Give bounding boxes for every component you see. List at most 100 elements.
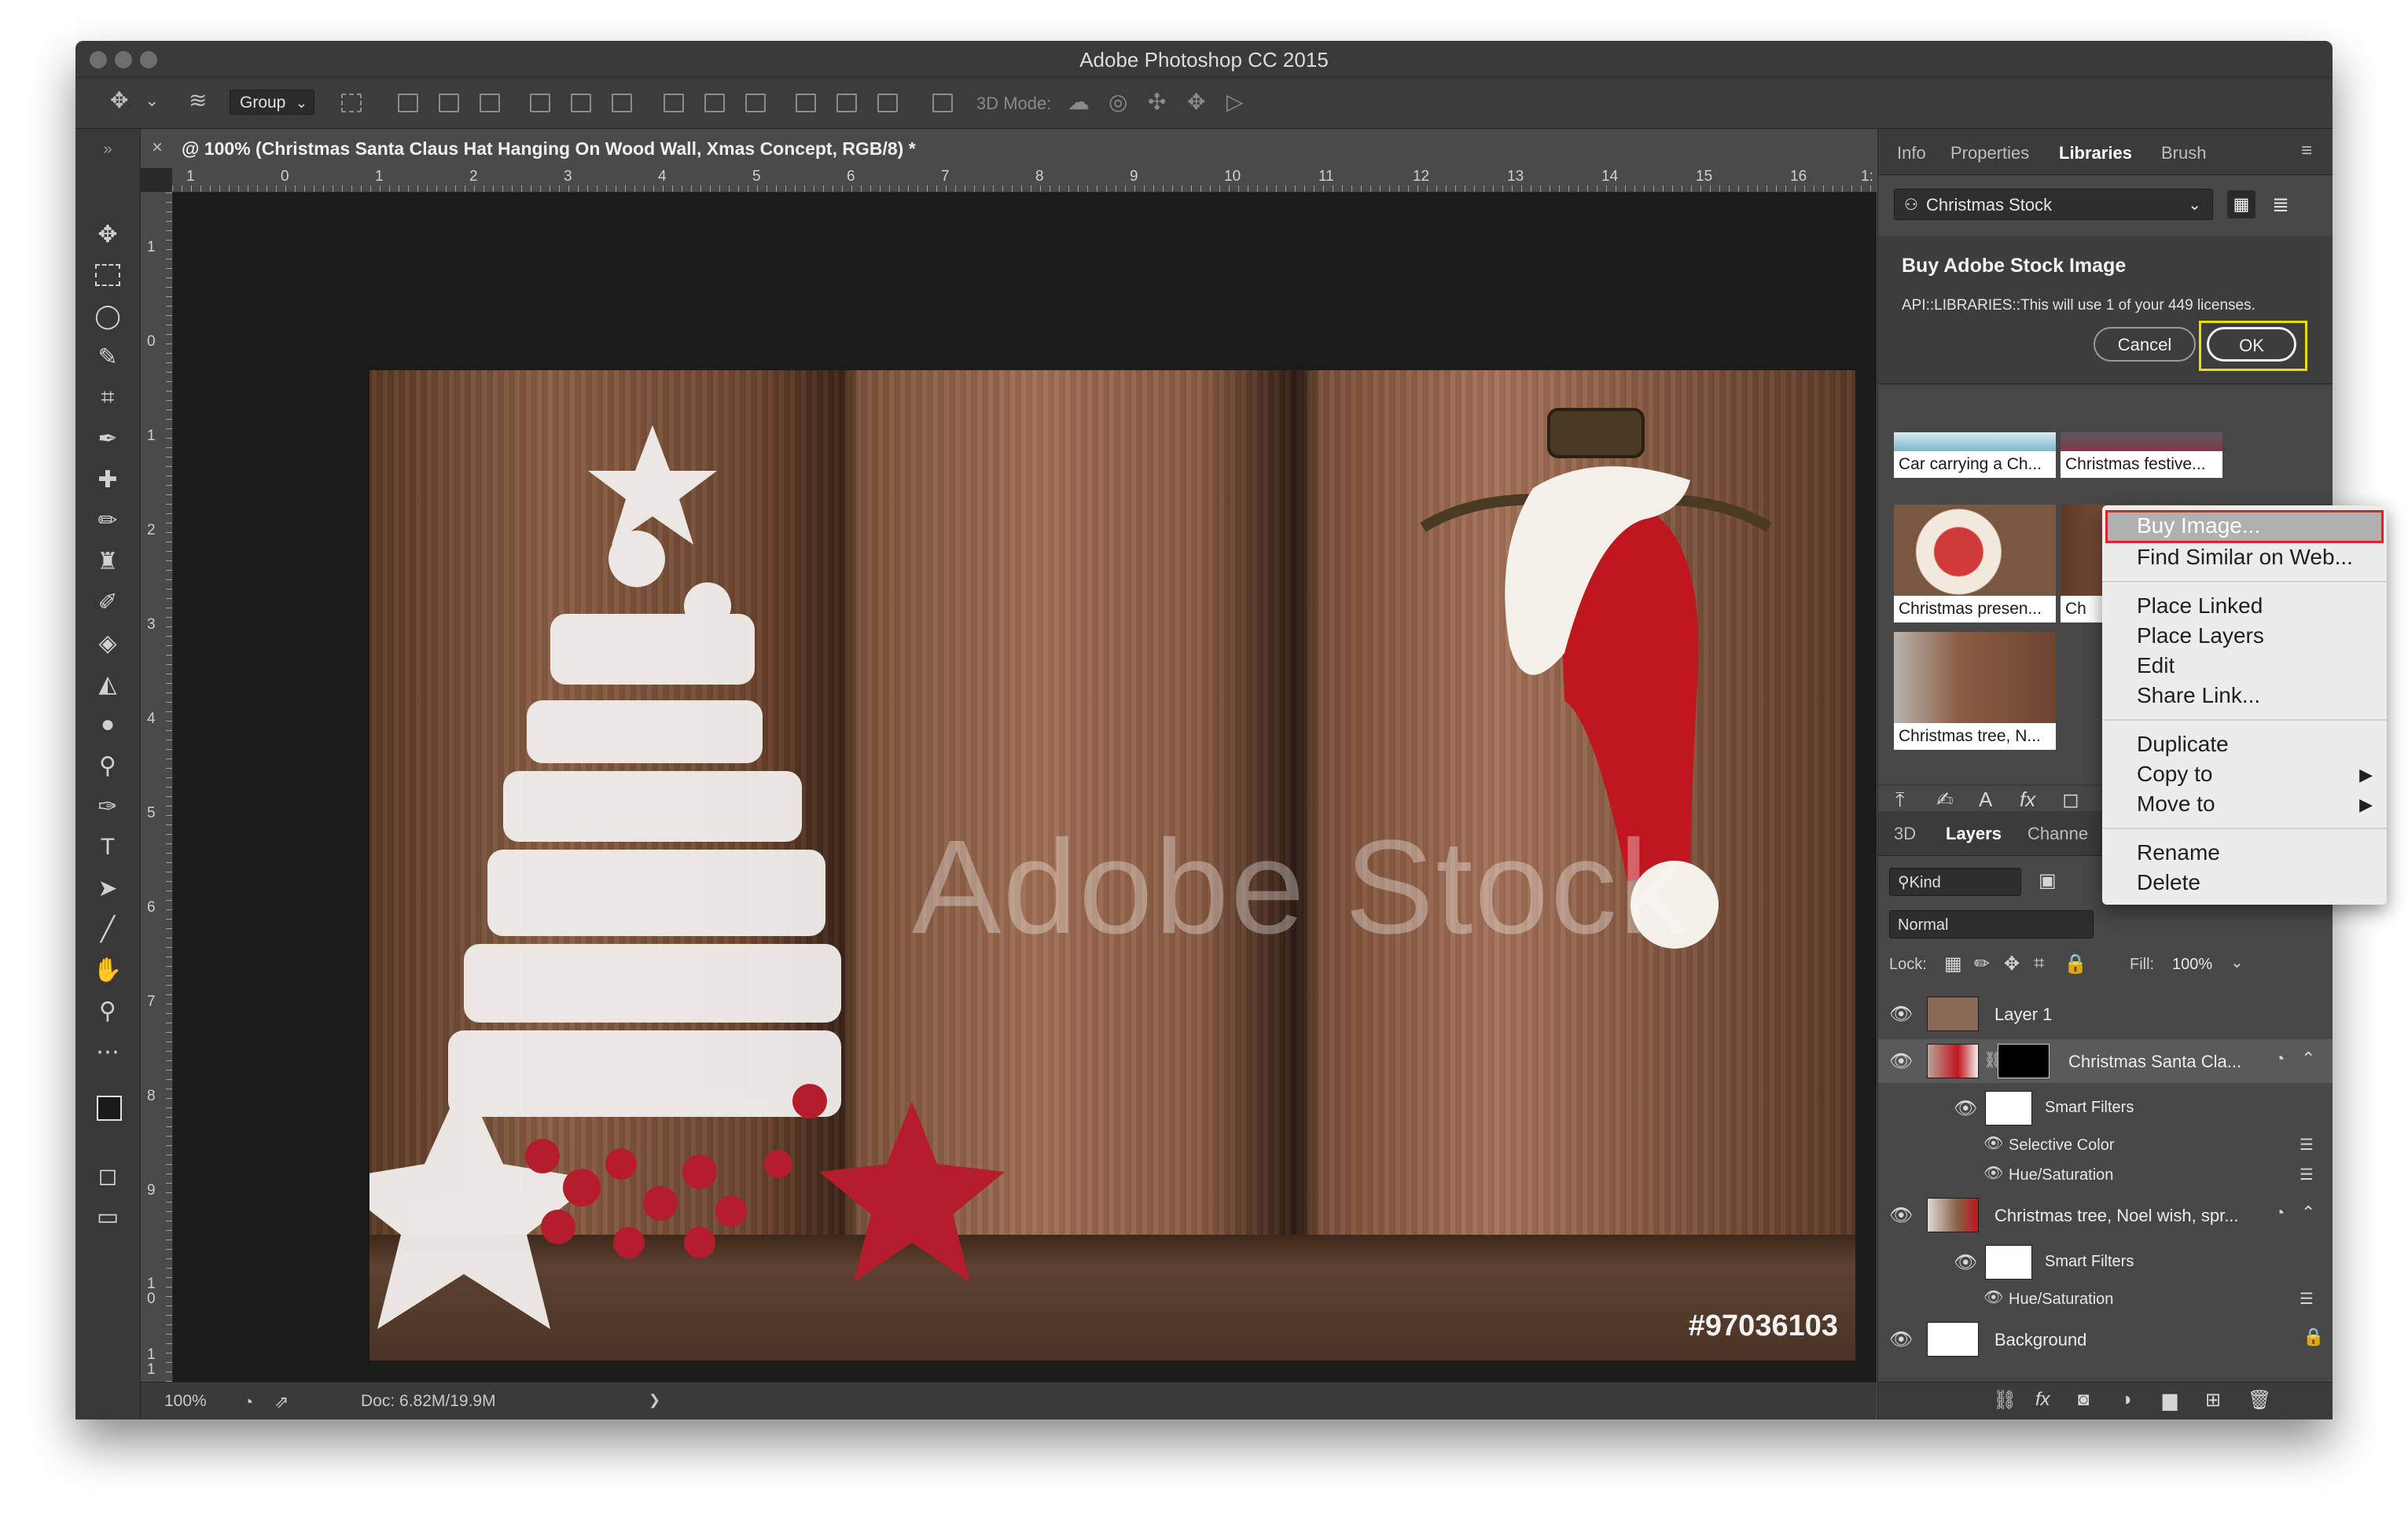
visibility-eye-icon[interactable]: 👁 [1983,1287,2003,1307]
screen-mode-icon[interactable]: ▭ [86,1199,130,1234]
menu-item-find-similar[interactable]: Find Similar on Web... [2137,545,2353,570]
chevron-down-icon[interactable]: ⌄ [145,90,159,112]
roll-3d-icon[interactable]: ◎ [1108,89,1127,114]
menu-item-move-to[interactable]: Move to [2137,791,2215,817]
distribute-vertical-center-icon[interactable] [704,94,725,112]
marquee-tool-icon[interactable] [86,258,130,292]
vertical-ruler[interactable]: 1 0 1 2 3 4 5 6 7 8 9 1 0 1 1 [141,192,173,1382]
layer-row[interactable]: 👁 Background 🔒 [1878,1317,2333,1361]
menu-item-place-layers[interactable]: Place Layers [2137,623,2264,648]
close-document-icon[interactable]: × [152,137,163,159]
align-left-icon[interactable] [530,94,550,112]
align-bottom-icon[interactable] [480,94,500,112]
quick-mask-icon[interactable]: ◻ [86,1159,130,1193]
menu-item-buy-image[interactable]: Buy Image... [2137,513,2260,538]
distribute-left-icon[interactable] [796,94,816,112]
document-tab[interactable]: × @ 100% (Christmas Santa Claus Hat Hang… [141,129,1877,169]
menu-item-copy-to[interactable]: Copy to [2137,762,2213,787]
menu-item-edit[interactable]: Edit [2137,653,2175,678]
zoom-tool-icon[interactable]: ⚲ [86,993,130,1028]
layer-filter-dropdown[interactable]: ⚲Kind [1889,868,2021,896]
proof-icon[interactable]: ◔ [243,1392,253,1412]
lock-transparent-icon[interactable]: ▦ [1944,953,1962,975]
clone-stamp-tool-icon[interactable]: ♜ [86,544,130,578]
orbit-3d-icon[interactable]: ☁ [1068,89,1090,114]
add-character-style-icon[interactable]: A [1979,788,1992,812]
lasso-tool-icon[interactable]: ◯ [86,299,130,333]
more-tools-icon[interactable]: ⋯ [86,1034,130,1069]
smart-filter-mask-thumbnail[interactable] [1985,1245,2032,1280]
panel-menu-icon[interactable]: ≡ [2301,140,2312,162]
share-icon[interactable]: ⇗ [274,1392,289,1412]
library-selector[interactable]: ⚇ Christmas Stock ⌄ [1894,189,2213,220]
upload-icon[interactable]: ⤒ [1895,788,1905,813]
align-vertical-center-icon[interactable] [439,94,459,112]
layers-stack-icon[interactable]: ≋ [189,87,207,112]
auto-select-dropdown[interactable]: Group ⌄ [230,90,314,115]
library-item[interactable]: Car carrying a Ch... [1894,432,2056,478]
new-layer-icon[interactable]: ⊞ [2205,1389,2221,1412]
chevron-down-icon[interactable]: ⌄ [2230,953,2244,972]
menu-item-duplicate[interactable]: Duplicate [2137,732,2229,757]
layer-style-icon[interactable]: fx [2035,1389,2050,1411]
tab-info[interactable]: Info [1897,143,1926,163]
blend-mode-dropdown[interactable]: Normal [1889,910,2094,938]
zoom-level[interactable]: 100% [164,1392,207,1411]
quick-selection-tool-icon[interactable]: ✎ [86,340,130,374]
visibility-eye-icon[interactable]: 👁 [1954,1097,1977,1120]
collapse-arrow-icon[interactable]: ⌃ [2301,1203,2315,1223]
link-layers-icon[interactable]: ⛓ [1993,1389,2016,1412]
menu-item-rename[interactable]: Rename [2137,840,2220,865]
collapse-panel-icon[interactable]: » [86,141,130,158]
stock-photo[interactable]: Adobe Stock #97036103 [369,370,1855,1361]
menu-item-delete[interactable]: Delete [2137,870,2200,895]
library-item[interactable]: Christmas tree, N... [1894,632,2056,750]
move-tool-icon[interactable]: ✥ [86,217,130,252]
filter-row[interactable]: 👁 Selective Color ☰ [1878,1130,2333,1160]
list-view-icon[interactable]: ≣ [2266,190,2295,218]
tab-brush[interactable]: Brush [2161,143,2206,163]
filter-row[interactable]: 👁 Hue/Saturation ☰ [1878,1160,2333,1190]
align-horizontal-center-icon[interactable] [571,94,591,112]
dodge-tool-icon[interactable]: ⚲ [86,748,130,783]
distribute-right-icon[interactable] [877,94,898,112]
filter-options-icon[interactable]: ☰ [2300,1165,2314,1184]
paint-bucket-tool-icon[interactable]: ◭ [86,667,130,701]
align-right-icon[interactable] [612,94,632,112]
line-tool-icon[interactable]: ╱ [86,912,130,946]
pixel-filter-icon[interactable]: ▣ [2039,869,2057,892]
path-selection-tool-icon[interactable]: ➤ [86,871,130,905]
eyedropper-tool-icon[interactable]: ✒ [86,421,130,456]
cancel-button[interactable]: Cancel [2094,327,2196,362]
slide-3d-icon[interactable]: ✥ [1187,89,1205,114]
pen-tool-icon[interactable]: ✑ [86,789,130,824]
canvas[interactable]: Adobe Stock #97036103 [173,193,1877,1382]
transform-controls-icon[interactable] [341,94,362,112]
filter-options-icon[interactable]: ☰ [2300,1135,2314,1155]
library-item[interactable]: Christmas festive... [2061,432,2222,478]
ok-button[interactable]: OK [2207,327,2296,362]
visibility-eye-icon[interactable]: 👁 [1983,1133,2003,1153]
filter-row[interactable]: 👁 Hue/Saturation ☰ [1878,1284,2333,1314]
layer-row-selected[interactable]: 👁 ⛓ Christmas Santa Cla... ◔ ⌃ [1878,1039,2333,1083]
layer-row[interactable]: 👁 Christmas tree, Noel wish, spr... ◔ ⌃ [1878,1193,2333,1237]
tab-libraries[interactable]: Libraries [2059,143,2132,163]
layer-row[interactable]: 👁 Layer 1 [1878,992,2333,1036]
visibility-eye-icon[interactable]: 👁 [1983,1163,2003,1183]
adjustment-layer-icon[interactable]: ◑ [2120,1389,2132,1411]
type-tool-icon[interactable]: T [86,830,130,865]
pan-3d-icon[interactable]: ✣ [1148,89,1166,114]
crop-tool-icon[interactable]: ⌗ [86,380,130,415]
trash-icon[interactable]: 🗑 [2248,1389,2271,1412]
align-top-icon[interactable] [398,94,418,112]
visibility-eye-icon[interactable]: 👁 [1954,1251,1977,1274]
new-group-icon[interactable]: ▆ [2163,1389,2177,1412]
horizontal-ruler[interactable]: 1 0 1 2 3 4 5 6 7 8 9 10 11 12 13 14 15 … [172,168,1877,193]
color-swatches[interactable] [86,1086,133,1141]
filter-options-icon[interactable]: ☰ [2300,1289,2314,1309]
visibility-eye-icon[interactable]: 👁 [1889,1204,1913,1227]
distribute-top-icon[interactable] [664,94,684,112]
scale-3d-camera-icon[interactable]: ▷ [1226,89,1244,114]
history-brush-tool-icon[interactable]: ✐ [86,585,130,619]
visibility-eye-icon[interactable]: 👁 [1889,1050,1913,1073]
